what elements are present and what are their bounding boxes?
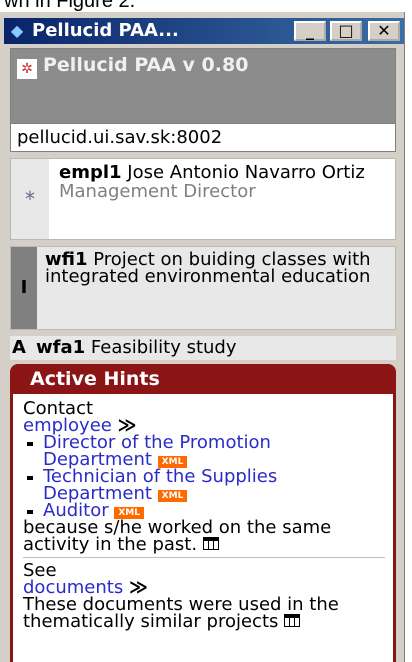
- contact-link-auditor[interactable]: Auditor: [43, 500, 109, 521]
- xml-badge-icon[interactable]: XML: [157, 490, 188, 502]
- table-icon[interactable]: [284, 614, 301, 627]
- app-icon: ◆: [10, 21, 24, 40]
- app-title: ✲ Pellucid PAA v 0.80: [17, 55, 387, 79]
- hint-contact: Contact employee ≫ Director of the Promo…: [23, 400, 385, 555]
- workflow-activity-description: Feasibility study: [90, 337, 237, 358]
- active-hints-header: Active Hints: [10, 364, 396, 394]
- divider: [23, 557, 385, 558]
- window-title: Pellucid PAA...: [32, 20, 179, 41]
- sidebar-content: ✲ Pellucid PAA v 0.80 pellucid.ui.sav.sk:…: [4, 48, 402, 662]
- workflow-instance-marker: I: [11, 247, 37, 329]
- close-button[interactable]: ✕: [368, 21, 400, 41]
- workflow-activity-row[interactable]: A wfa1 Feasibility study: [10, 336, 396, 360]
- app-info-box: ✲ Pellucid PAA v 0.80 pellucid.ui.sav.sk:…: [10, 48, 396, 152]
- list-item: Auditor XML: [23, 500, 385, 521]
- title-bar[interactable]: ◆ Pellucid PAA... _ □ ✕: [4, 18, 404, 44]
- workflow-activity-id: wfa1: [36, 337, 86, 358]
- employee-role: Management Director: [59, 181, 256, 202]
- employee-name: Jose Antonio Navarro Ortiz: [127, 162, 365, 183]
- workflow-activity-marker: A: [12, 337, 26, 358]
- server-address: pellucid.ui.sav.sk:8002: [11, 123, 395, 151]
- minimize-button[interactable]: _: [294, 21, 326, 41]
- contact-list: Director of the Promotion Department XML…: [23, 434, 385, 521]
- list-item: Director of the Promotion Department XML: [23, 434, 385, 469]
- app-window: ◆ Pellucid PAA... _ □ ✕ ✲ Pellucid PAA v …: [0, 12, 405, 662]
- employee-id: empl1: [59, 162, 122, 183]
- workflow-instance-card[interactable]: I wfi1 Project on buiding classes with i…: [10, 246, 396, 330]
- workflow-instance-description: Project on buiding classes with integrat…: [45, 249, 371, 287]
- maximize-button[interactable]: □: [330, 21, 362, 41]
- employee-marker-icon: *: [11, 159, 49, 239]
- active-hints-panel: Contact employee ≫ Director of the Promo…: [10, 394, 396, 662]
- hint-contact-reason: because s/he worked on the same activity…: [23, 517, 332, 555]
- employee-card[interactable]: * empl1 Jose Antonio Navarro Ortiz Manag…: [10, 158, 396, 240]
- table-icon[interactable]: [202, 537, 219, 550]
- xml-badge-icon[interactable]: XML: [114, 507, 144, 519]
- logo-icon: ✲: [17, 59, 37, 79]
- hint-documents: See documents ≫ These documents were use…: [23, 562, 385, 631]
- list-item: Technician of the Supplies Department XM…: [23, 468, 385, 503]
